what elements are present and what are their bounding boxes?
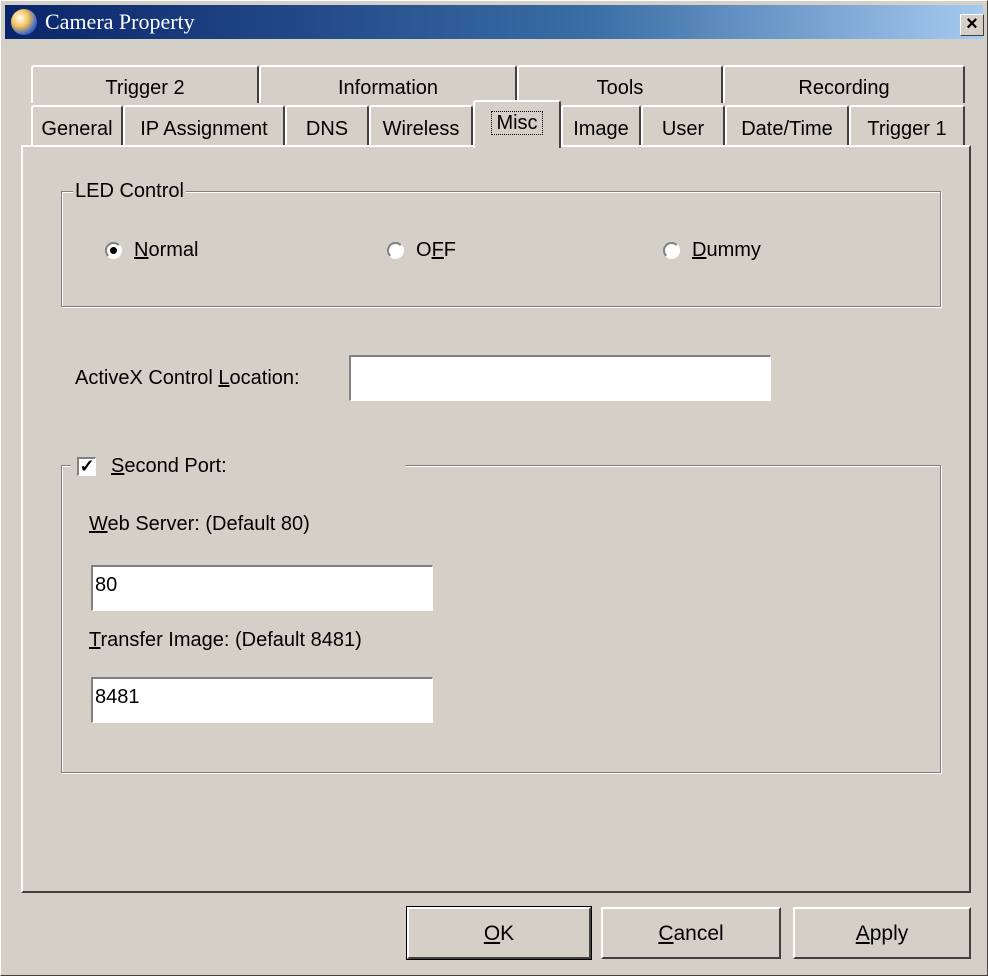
led-off-label: OFF [416,239,456,261]
ok-button[interactable]: OK [406,906,592,960]
tab-information[interactable]: Information [259,65,517,103]
tab-wireless[interactable]: Wireless [369,105,473,145]
led-dummy-radio[interactable]: Dummy [663,239,761,262]
tab-misc[interactable]: Misc [473,100,561,148]
tab-general[interactable]: General [31,105,123,145]
close-icon[interactable]: × [960,14,984,36]
led-dummy-label: Dummy [692,239,761,261]
misc-tab-panel: LED Control Normal OFF Dummy ActiveX Con… [21,145,971,893]
camera-app-icon [11,9,37,35]
radio-unselected-icon [663,242,680,259]
window-title: Camera Property [45,9,195,34]
tab-misc-label: Misc [491,111,543,135]
radio-selected-icon [105,242,122,259]
apply-button[interactable]: Apply [793,907,971,959]
second-port-label: Second Port: [111,455,227,477]
led-off-radio[interactable]: OFF [387,239,456,262]
activex-location-label: ActiveX Control Location: [75,367,300,389]
led-normal-radio[interactable]: Normal [105,239,198,262]
title-bar[interactable]: Camera Property × [5,5,984,39]
activex-location-input[interactable] [349,355,771,401]
tab-ip-assignment[interactable]: IP Assignment [123,105,285,145]
transfer-image-label: Transfer Image: (Default 8481) [89,629,362,651]
second-port-checkbox[interactable]: ✓ [77,457,96,476]
tab-image[interactable]: Image [561,105,641,145]
transfer-image-port-input[interactable]: 8481 [91,677,433,723]
tab-dns[interactable]: DNS [285,105,369,145]
tab-tools[interactable]: Tools [517,65,723,103]
web-server-label: Web Server: (Default 80) [89,513,310,535]
cancel-button[interactable]: Cancel [601,907,781,959]
led-normal-label: Normal [134,239,199,261]
tab-trigger-1[interactable]: Trigger 1 [849,105,965,145]
tab-recording[interactable]: Recording [723,65,965,103]
second-port-group [61,465,941,773]
tab-user[interactable]: User [641,105,725,145]
camera-property-dialog: Camera Property × Trigger 2 Information … [0,0,988,976]
tab-trigger-2[interactable]: Trigger 2 [31,65,259,103]
led-control-title: LED Control [73,180,186,203]
radio-unselected-icon [387,242,404,259]
web-server-port-input[interactable]: 80 [91,565,433,611]
tab-date-time[interactable]: Date/Time [725,105,849,145]
